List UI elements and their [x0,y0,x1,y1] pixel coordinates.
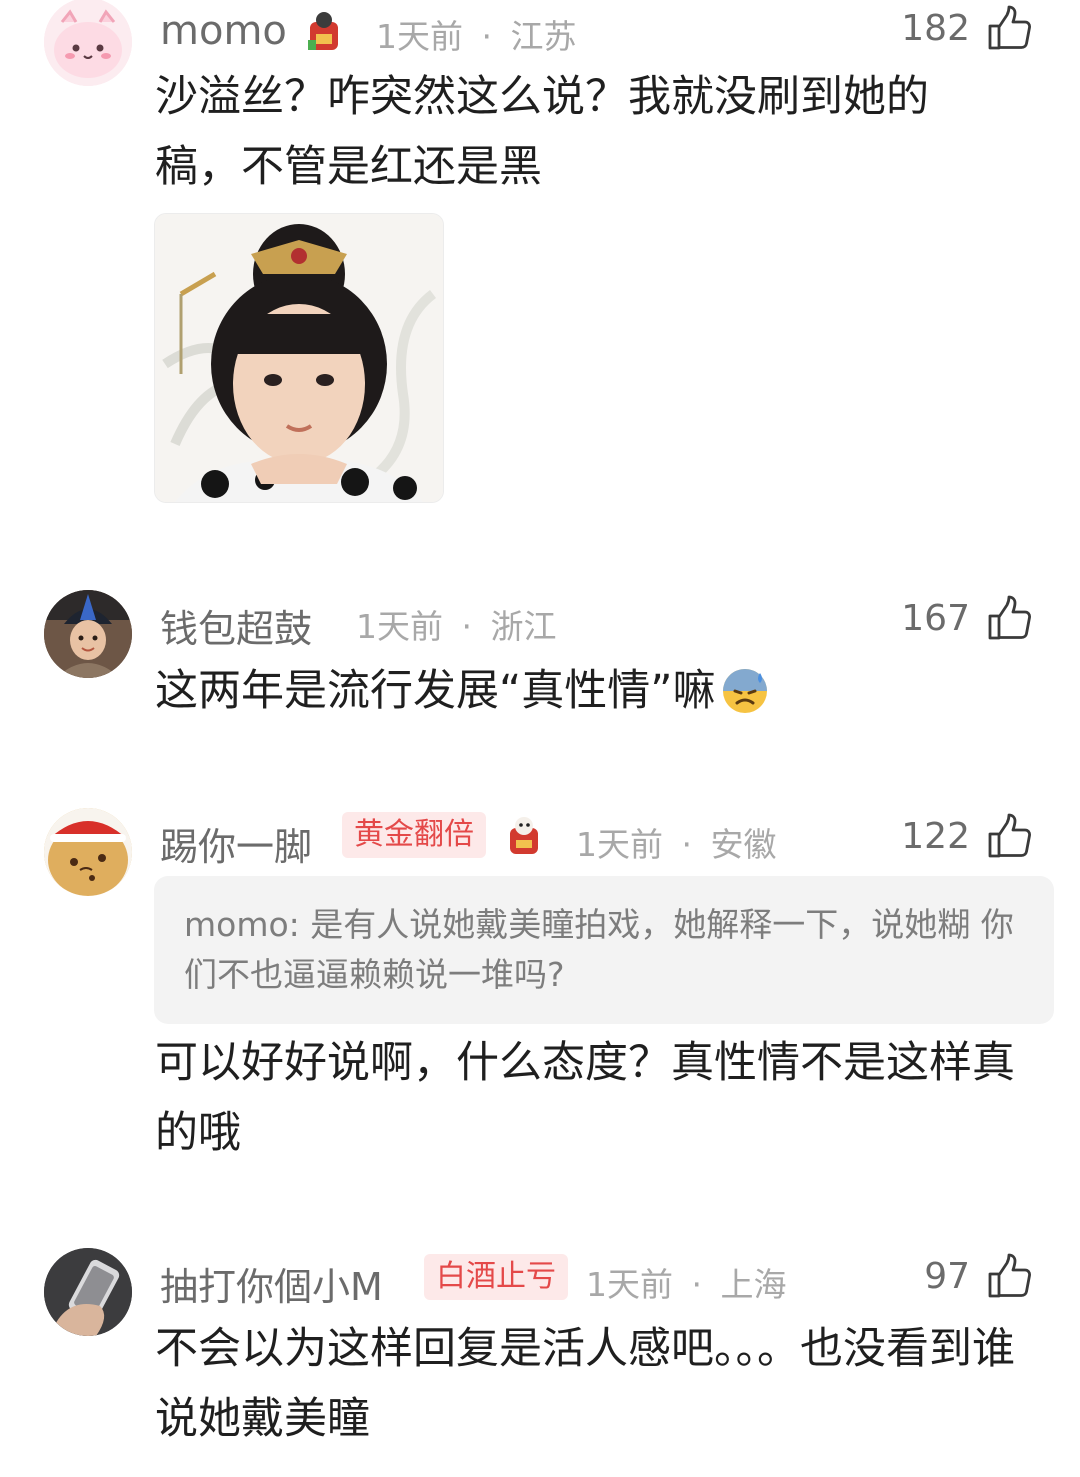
quoted-reply[interactable]: momo: 是有人说她戴美瞳拍戏，她解释一下，说她糊 你们不也逼逼赖赖说一堆吗? [154,876,1054,1024]
comment-text: 这两年是流行发展“真性情”嘛 [155,656,1045,736]
username[interactable]: 踢你一脚 [160,816,312,871]
avatar[interactable] [44,1248,132,1336]
comment-time: 1天前 [586,1265,673,1304]
meta-separator: · [461,607,473,646]
child-photo-avatar-icon [44,590,132,678]
like-thumb-icon[interactable] [986,812,1034,860]
like-thumb-icon[interactable] [986,1252,1034,1300]
sweat-emoji-icon [720,665,770,736]
comment-text: 可以好好说啊，什么态度？真性情不是这样真的哦 [155,1038,1015,1158]
avatar[interactable] [44,808,132,896]
comment-meta: 1天前 · 安徽 [576,818,777,866]
comment-location: 上海 [720,1265,787,1304]
comment-image[interactable] [154,213,444,503]
comment-text-content: 这两年是流行发展“真性情”嘛 [155,666,716,716]
user-badge: 黄金翻倍 [342,812,486,858]
comment-location: 江苏 [510,17,577,56]
phone-hand-avatar-icon [44,1248,132,1336]
comment-item: momo 1天前 · 江苏 182 沙溢丝？咋突然这么说？我就没刷到她的稿，不管… [0,0,1080,520]
comment-meta: 1天前 · 江苏 [376,10,577,58]
user-badge: 白酒止亏 [424,1254,568,1300]
like-thumb-icon[interactable] [986,594,1034,642]
like-count: 122 [901,816,970,857]
comment-time: 1天前 [356,607,443,646]
comment-item: 钱包超鼓 1天前 · 浙江 167 这两年是流行发展“真性情”嘛 [0,580,1080,750]
comment-meta: 1天前 · 上海 [586,1258,787,1306]
cookie-santa-avatar-icon [44,808,132,896]
like-count: 167 [901,598,970,639]
fortune-sticker-icon [304,10,344,54]
like-count: 182 [901,8,970,49]
username[interactable]: momo [160,8,287,54]
like-count: 97 [924,1256,970,1297]
comment-time: 1天前 [376,17,463,56]
pink-cat-avatar-icon [44,0,132,86]
girl-portrait-image [155,214,443,502]
fortune-sticker-icon [504,814,544,858]
meta-separator: · [681,825,693,864]
comment-meta: 1天前 · 浙江 [356,600,557,648]
username[interactable]: 钱包超鼓 [160,598,312,653]
meta-separator: · [481,17,493,56]
username[interactable]: 抽打你個小M [160,1256,383,1311]
avatar[interactable] [44,0,132,86]
comment-text: 沙溢丝？咋突然这么说？我就没刷到她的稿，不管是红还是黑 [155,72,929,192]
comment-item: 踢你一脚 黄金翻倍 1天前 · 安徽 122 momo: 是有人说她戴美瞳拍戏，… [0,796,1080,1176]
comment-text: 不会以为这样回复是活人感吧。。。也没看到谁说她戴美瞳 [155,1324,1015,1444]
like-thumb-icon[interactable] [986,4,1034,52]
comment-item: 抽打你個小M 白酒止亏 1天前 · 上海 97 不会以为这样回复是活人感吧。。。… [0,1238,1080,1477]
comment-location: 安徽 [710,825,777,864]
comment-location: 浙江 [490,607,557,646]
meta-separator: · [691,1265,703,1304]
avatar[interactable] [44,590,132,678]
comment-time: 1天前 [576,825,663,864]
